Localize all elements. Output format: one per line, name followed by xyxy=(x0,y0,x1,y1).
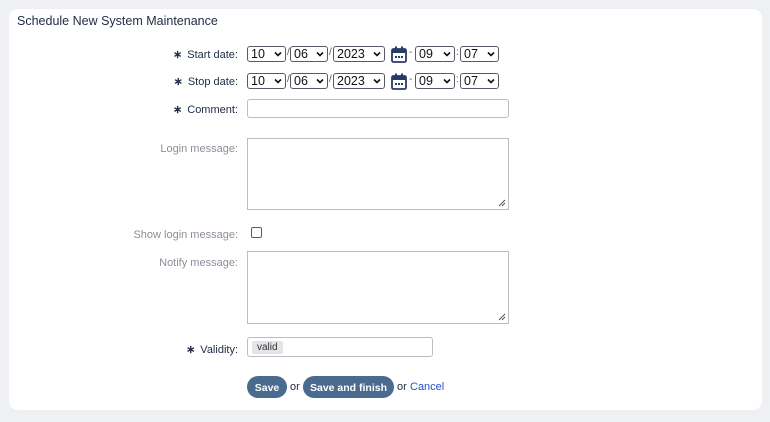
minute-separator: : xyxy=(456,47,459,58)
login-message-row: Login message: xyxy=(9,138,762,211)
notify-message-textarea[interactable] xyxy=(247,251,509,324)
chevron-down-icon xyxy=(443,78,451,84)
required-marker: ∗ xyxy=(173,104,183,116)
comment-input[interactable] xyxy=(247,99,509,118)
start-hour-select[interactable]: 09 xyxy=(415,46,455,62)
chevron-down-icon xyxy=(274,78,282,84)
stop-year-value: 2023 xyxy=(337,74,365,88)
save-button[interactable]: Save xyxy=(247,376,287,398)
start-day-value: 06 xyxy=(294,47,308,61)
or-text: or xyxy=(397,381,407,393)
comment-row: ∗ Comment: xyxy=(9,99,762,119)
stop-date-label-text: Stop date: xyxy=(187,76,238,88)
chevron-down-icon xyxy=(443,51,451,57)
start-year-value: 2023 xyxy=(337,47,365,61)
show-login-message-label: Show login message: xyxy=(133,229,238,241)
form-title: Schedule New System Maintenance xyxy=(17,14,218,28)
time-separator: - xyxy=(409,47,413,58)
minute-separator: : xyxy=(456,74,459,85)
stop-minute-select[interactable]: 07 xyxy=(460,73,499,89)
resize-grip-icon[interactable] xyxy=(496,197,506,207)
login-message-textarea[interactable] xyxy=(247,138,509,210)
chevron-down-icon xyxy=(316,78,324,84)
start-month-select[interactable]: 10 xyxy=(247,46,286,62)
chevron-down-icon xyxy=(487,51,495,57)
notify-message-label: Notify message: xyxy=(159,257,238,269)
save-and-finish-button[interactable]: Save and finish xyxy=(303,376,394,398)
date-separator: / xyxy=(329,74,332,85)
validity-row: ∗ Validity: valid xyxy=(9,337,762,357)
start-date-label: ∗ Start date: xyxy=(173,48,238,61)
login-message-label: Login message: xyxy=(160,143,238,155)
chevron-down-icon xyxy=(373,51,381,57)
chevron-down-icon xyxy=(274,51,282,57)
start-minute-select[interactable]: 07 xyxy=(460,46,499,62)
validity-label: ∗ Validity: xyxy=(186,343,238,356)
or-text: or xyxy=(290,381,300,393)
stop-hour-value: 09 xyxy=(419,74,433,88)
stop-date-label: ∗ Stop date: xyxy=(174,75,238,88)
calendar-icon[interactable] xyxy=(391,46,407,63)
stop-minute-value: 07 xyxy=(464,74,478,88)
stop-day-select[interactable]: 06 xyxy=(290,73,328,89)
calendar-icon[interactable] xyxy=(391,73,407,90)
maintenance-form-card: Schedule New System Maintenance ∗ Start d… xyxy=(9,9,762,410)
start-hour-value: 09 xyxy=(419,47,433,61)
show-login-message-row: Show login message: xyxy=(9,225,762,243)
chevron-down-icon xyxy=(487,78,495,84)
start-month-value: 10 xyxy=(251,47,265,61)
start-date-row: ∗ Start date: 10 / 06 / 2023 - 09 : 07 xyxy=(9,46,762,64)
required-marker: ∗ xyxy=(186,344,196,356)
validity-select[interactable]: valid xyxy=(247,337,433,357)
required-marker: ∗ xyxy=(173,76,183,88)
stop-month-select[interactable]: 10 xyxy=(247,73,286,89)
stop-hour-select[interactable]: 09 xyxy=(415,73,455,89)
start-date-label-text: Start date: xyxy=(187,49,238,61)
start-minute-value: 07 xyxy=(464,47,478,61)
comment-label-text: Comment: xyxy=(187,104,238,116)
stop-month-value: 10 xyxy=(251,74,265,88)
stop-day-value: 06 xyxy=(294,74,308,88)
start-day-select[interactable]: 06 xyxy=(290,46,328,62)
validity-tag: valid xyxy=(252,341,283,354)
date-separator: / xyxy=(329,47,332,58)
cancel-link[interactable]: Cancel xyxy=(410,381,444,393)
show-login-message-checkbox[interactable] xyxy=(251,227,262,238)
chevron-down-icon xyxy=(373,78,381,84)
chevron-down-icon xyxy=(316,51,324,57)
stop-date-row: ∗ Stop date: 10 / 06 / 2023 - 09 : 07 xyxy=(9,73,762,91)
notify-message-row: Notify message: xyxy=(9,251,762,324)
required-marker: ∗ xyxy=(173,49,183,61)
validity-label-text: Validity: xyxy=(200,344,238,356)
stop-year-select[interactable]: 2023 xyxy=(333,73,385,89)
time-separator: - xyxy=(409,74,413,85)
start-year-select[interactable]: 2023 xyxy=(333,46,385,62)
resize-grip-icon[interactable] xyxy=(496,311,506,321)
form-actions: Save or Save and finish or Cancel xyxy=(9,376,762,399)
comment-label: ∗ Comment: xyxy=(173,103,238,116)
